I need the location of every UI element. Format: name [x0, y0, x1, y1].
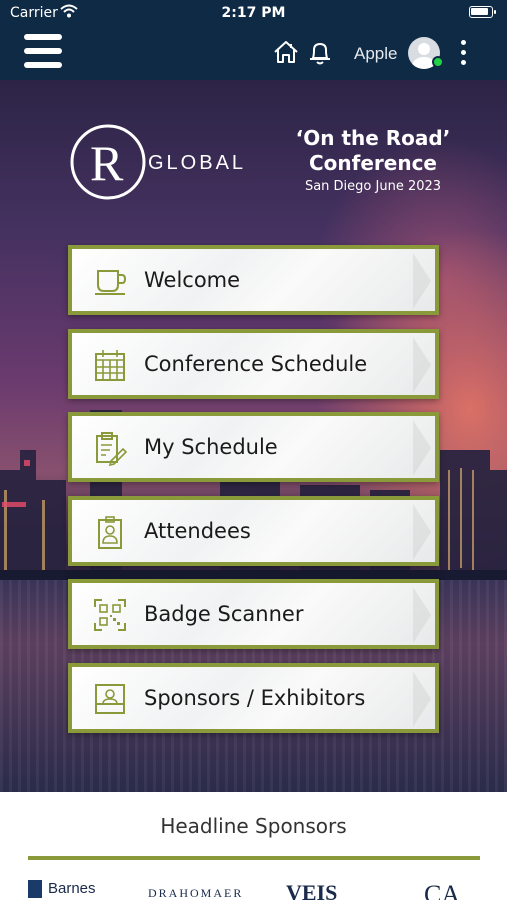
- sponsor-logo[interactable]: Barnes: [28, 880, 96, 898]
- my-schedule-button[interactable]: My Schedule: [68, 412, 439, 482]
- conference-schedule-label: Conference Schedule: [144, 351, 368, 376]
- sponsors-divider: [28, 856, 480, 860]
- status-time: 2:17 PM: [221, 5, 286, 21]
- bell-icon[interactable]: [306, 38, 334, 66]
- menu-icon[interactable]: [24, 34, 62, 68]
- exhibitor-booth-icon: [95, 683, 125, 714]
- status-bar: Carrier 2:17 PM: [0, 0, 507, 26]
- my-schedule-label: My Schedule: [144, 435, 278, 459]
- conference-title: ‘On the Road’ Conference San Diego June …: [280, 126, 466, 194]
- sponsors-exhibitors-label: Sponsors / Exhibitors: [144, 685, 366, 710]
- logo-wordmark: GLOBAL: [148, 152, 247, 174]
- more-vertical-icon[interactable]: [458, 40, 468, 66]
- qr-scan-icon: [94, 599, 126, 631]
- svg-text:R: R: [90, 135, 124, 191]
- coffee-cup-icon: [95, 270, 127, 295]
- id-badge-icon: [98, 515, 122, 549]
- conference-title-line2: Conference: [308, 151, 437, 175]
- welcome-button[interactable]: Welcome: [68, 245, 439, 315]
- conference-location-date: San Diego June 2023: [304, 179, 442, 194]
- sponsor-logo[interactable]: VEIS: [286, 880, 337, 900]
- conference-schedule-button[interactable]: Conference Schedule: [68, 328, 439, 399]
- badge-scanner-button[interactable]: Badge Scanner: [68, 579, 439, 649]
- user-name[interactable]: Apple: [354, 44, 397, 64]
- attendees-label: Attendees: [144, 518, 251, 543]
- main-menu: Welcome Conference Schedule My Schedule: [68, 245, 439, 746]
- sponsors-title: Headline Sponsors: [160, 814, 347, 838]
- sponsor-logo[interactable]: CA: [424, 880, 460, 900]
- calendar-icon: [95, 349, 125, 381]
- sponsors-exhibitors-button[interactable]: Sponsors / Exhibitors: [68, 662, 439, 733]
- hero-background: R GLOBAL ‘On the Road’ Conference San Di…: [0, 80, 507, 792]
- sponsor-logo-strip: Barnes DRAHOMAER VEIS CA: [0, 880, 507, 900]
- clipboard-edit-icon: [96, 432, 128, 466]
- home-icon[interactable]: [272, 38, 300, 66]
- battery-icon: [469, 6, 496, 18]
- app-header: Carrier 2:17 PM Apple: [0, 0, 507, 80]
- sponsor-logo[interactable]: DRAHOMAER: [148, 886, 243, 900]
- online-status-dot: [432, 56, 444, 68]
- r-global-logo: R: [70, 124, 146, 200]
- welcome-label: Welcome: [144, 268, 241, 292]
- attendees-button[interactable]: Attendees: [68, 495, 439, 566]
- headline-sponsors-section: Headline Sponsors Barnes DRAHOMAER VEIS …: [0, 792, 507, 900]
- badge-scanner-label: Badge Scanner: [144, 602, 304, 626]
- conference-title-line1: ‘On the Road’: [295, 126, 451, 150]
